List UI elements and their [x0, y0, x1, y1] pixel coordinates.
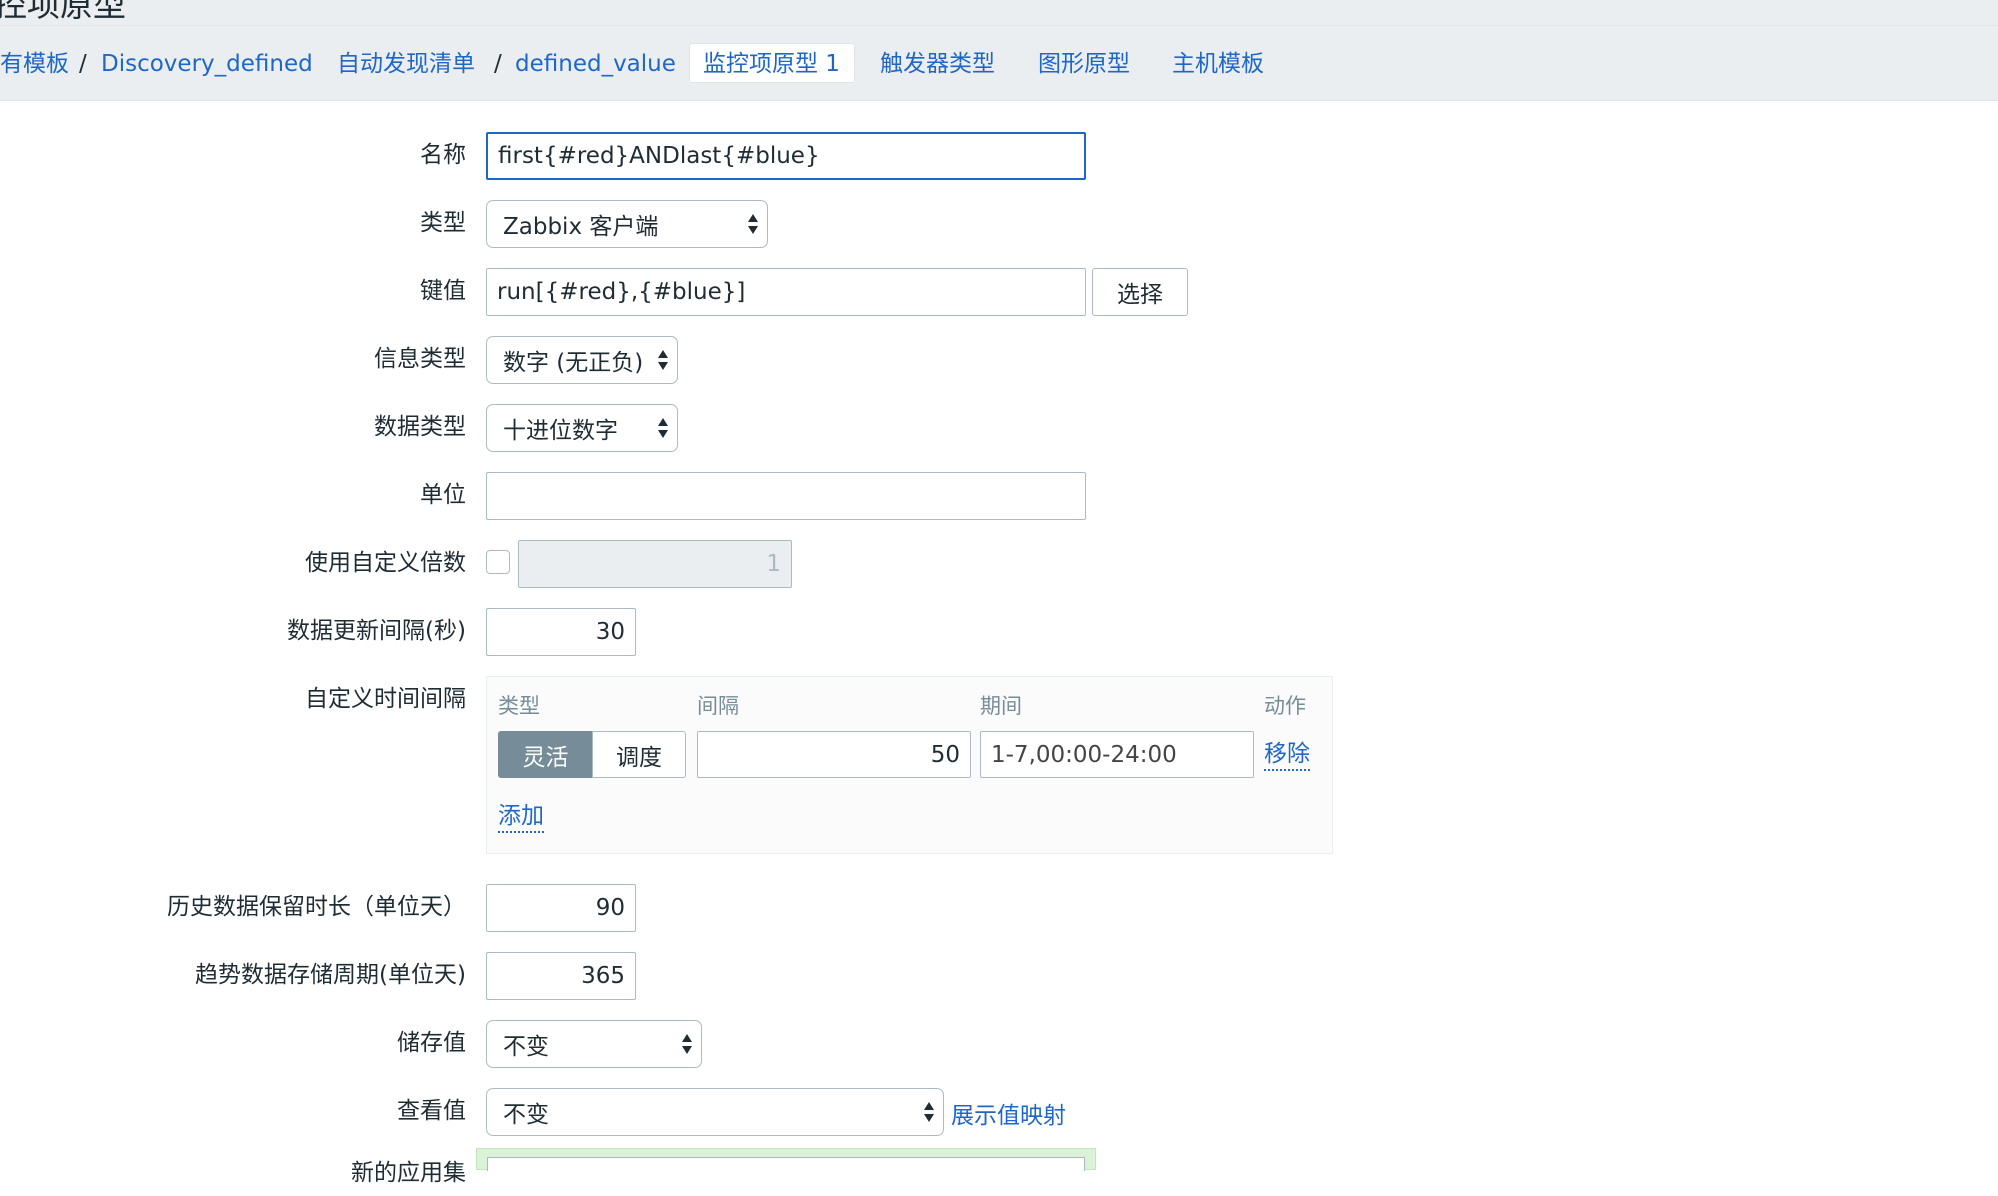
- store-value-label: 储存值: [397, 1030, 466, 1056]
- multiplier-checkbox[interactable]: [486, 550, 510, 574]
- breadcrumb-discovery-rule[interactable]: defined_value: [515, 45, 676, 83]
- breadcrumb-discovery-list[interactable]: 自动发现清单: [337, 45, 475, 83]
- store-value-select[interactable]: 不变: [486, 1020, 702, 1068]
- new-application-label: 新的应用集: [351, 1160, 466, 1186]
- update-interval-input-value: 30: [595, 619, 625, 645]
- breadcrumb-template-name[interactable]: Discovery_defined: [101, 45, 313, 83]
- data-type-select[interactable]: 十进位数字: [486, 404, 678, 452]
- key-input[interactable]: run[{#red},{#blue}]: [486, 268, 1086, 316]
- page-title-bar: 控项原型: [0, 0, 1998, 26]
- info-type-select-value: 数字 (无正负): [503, 350, 644, 376]
- tab-host-prototypes[interactable]: 主机模板: [1172, 45, 1264, 83]
- name-input-value: first{#red}ANDlast{#blue}: [498, 143, 820, 169]
- show-value-select[interactable]: 不变: [486, 1088, 944, 1136]
- multiplier-label: 使用自定义倍数: [305, 550, 466, 576]
- select-arrows-icon: [924, 1102, 934, 1122]
- tab-trigger-prototypes[interactable]: 触发器类型: [880, 45, 995, 83]
- type-label: 类型: [420, 210, 466, 236]
- period-input-value: 1-7,00:00-24:00: [991, 741, 1177, 768]
- units-label: 单位: [420, 482, 466, 508]
- column-header-action: 动作: [1264, 694, 1306, 718]
- new-application-input[interactable]: [487, 1157, 1085, 1171]
- toggle-flexible-label: 灵活: [522, 744, 569, 771]
- info-type-select[interactable]: 数字 (无正负): [486, 336, 678, 384]
- key-label: 键值: [420, 278, 466, 304]
- page-title: 控项原型: [0, 0, 126, 24]
- navigation-bar: 有模板 / Discovery_defined 自动发现清单 / defined…: [0, 26, 1998, 101]
- show-value-select-value: 不变: [503, 1102, 549, 1128]
- toggle-scheduling[interactable]: 调度: [592, 731, 686, 778]
- value-mapping-link[interactable]: 展示值映射: [951, 1096, 1066, 1130]
- store-value-select-value: 不变: [503, 1034, 549, 1060]
- trends-input-value: 365: [581, 963, 625, 989]
- breadcrumb-templates[interactable]: 有模板: [0, 45, 69, 83]
- interval-input-value: 50: [930, 741, 960, 768]
- key-input-value: run[{#red},{#blue}]: [497, 279, 746, 305]
- select-arrows-icon: [658, 418, 668, 438]
- select-key-button[interactable]: 选择: [1092, 268, 1188, 316]
- units-input[interactable]: [486, 472, 1086, 520]
- column-header-period: 期间: [980, 694, 1022, 718]
- data-type-label: 数据类型: [374, 414, 466, 440]
- breadcrumb-separator: /: [494, 51, 502, 77]
- multiplier-input: 1: [518, 540, 792, 588]
- interval-input[interactable]: 50: [697, 731, 971, 778]
- show-value-label: 查看值: [397, 1098, 466, 1124]
- select-arrows-icon: [682, 1034, 692, 1054]
- history-label: 历史数据保留时长（单位天）: [167, 894, 466, 920]
- info-type-label: 信息类型: [374, 346, 466, 372]
- column-header-interval: 间隔: [697, 694, 739, 718]
- custom-intervals-label: 自定义时间间隔: [305, 686, 466, 712]
- period-input[interactable]: 1-7,00:00-24:00: [980, 731, 1254, 778]
- trends-label: 趋势数据存储周期(单位天): [195, 962, 466, 988]
- history-input[interactable]: 90: [486, 884, 636, 932]
- data-type-select-value: 十进位数字: [503, 418, 618, 444]
- update-interval-label: 数据更新间隔(秒): [287, 618, 466, 644]
- add-interval-link[interactable]: 添加: [498, 801, 544, 833]
- select-arrows-icon: [658, 350, 668, 370]
- select-arrows-icon: [748, 214, 758, 234]
- toggle-scheduling-label: 调度: [616, 744, 662, 771]
- tab-item-prototypes[interactable]: 监控项原型 1: [703, 45, 840, 83]
- history-input-value: 90: [595, 895, 625, 921]
- name-label: 名称: [420, 142, 466, 168]
- type-select-value: Zabbix 客户端: [503, 214, 659, 240]
- remove-interval-link[interactable]: 移除: [1264, 739, 1310, 771]
- breadcrumb-separator: /: [79, 51, 87, 77]
- multiplier-input-value: 1: [766, 551, 781, 577]
- column-header-type: 类型: [498, 694, 540, 718]
- toggle-flexible[interactable]: 灵活: [498, 731, 593, 778]
- select-key-button-label: 选择: [1117, 282, 1163, 308]
- new-application-highlight: [476, 1148, 1096, 1171]
- name-input[interactable]: first{#red}ANDlast{#blue}: [486, 132, 1086, 180]
- tab-graph-prototypes[interactable]: 图形原型: [1038, 45, 1130, 83]
- custom-intervals-table: 类型 间隔 期间 动作 灵活 调度 50 1-7,00:00-24:00 移除 …: [486, 676, 1333, 854]
- update-interval-input[interactable]: 30: [486, 608, 636, 656]
- type-select[interactable]: Zabbix 客户端: [486, 200, 768, 248]
- trends-input[interactable]: 365: [486, 952, 636, 1000]
